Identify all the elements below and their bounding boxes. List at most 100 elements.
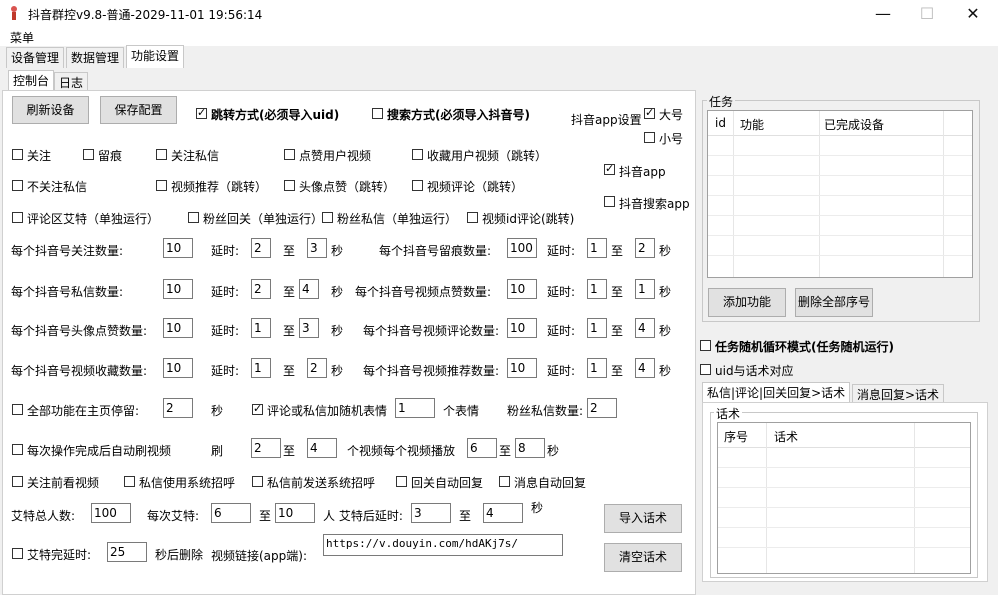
tab-device-management[interactable]: 设备管理 xyxy=(6,47,65,68)
avatar-like-delay-min-input[interactable]: 1 xyxy=(251,318,271,338)
video-like-count-input[interactable]: 10 xyxy=(507,279,537,299)
to-label: 至 xyxy=(259,509,272,523)
unfollow-message-checkbox[interactable] xyxy=(12,180,23,191)
fans-followback-checkbox[interactable] xyxy=(188,212,199,223)
comment-aite-label: 评论区艾特（单独运行） xyxy=(27,212,160,226)
random-mode-checkbox[interactable] xyxy=(700,340,711,351)
aite-each-label: 每次艾特: xyxy=(147,509,200,523)
pre-greeting-checkbox[interactable] xyxy=(252,476,263,487)
maximize-button[interactable]: ☐ xyxy=(904,0,950,28)
video-recommend-count-input[interactable]: 10 xyxy=(507,358,537,378)
avatar-like-count-input[interactable]: 10 xyxy=(163,318,193,338)
follow-delay-min-input[interactable]: 2 xyxy=(251,238,271,258)
refresh-min-input[interactable]: 2 xyxy=(251,438,281,458)
follow-checkbox[interactable] xyxy=(12,149,23,160)
tab-data-management[interactable]: 数据管理 xyxy=(66,47,125,68)
auto-refresh-checkbox[interactable] xyxy=(12,444,23,455)
video-recommend-checkbox[interactable] xyxy=(156,180,167,191)
douyin-app-checkbox[interactable] xyxy=(604,162,615,175)
jump-mode-checkbox[interactable] xyxy=(196,106,207,119)
play-min-input[interactable]: 6 xyxy=(467,438,497,458)
aite-after-min-input[interactable]: 3 xyxy=(411,503,451,523)
refresh-max-input[interactable]: 4 xyxy=(307,438,337,458)
close-button[interactable]: ✕ xyxy=(950,0,996,28)
comment-aite-checkbox[interactable] xyxy=(12,212,23,223)
followback-reply-checkbox[interactable] xyxy=(396,476,407,487)
video-like-delay-max-input[interactable]: 1 xyxy=(635,279,655,299)
random-emoji-input[interactable]: 1 xyxy=(395,398,435,418)
trace-delay-min-input[interactable]: 1 xyxy=(587,238,607,258)
small-account-checkbox[interactable] xyxy=(644,132,655,143)
tasks-table[interactable]: id 功能 已完成设备 xyxy=(707,110,973,278)
video-comment-checkbox[interactable] xyxy=(412,180,423,191)
tab-script-reply[interactable]: 消息回复>话术 xyxy=(852,384,945,403)
play-max-input[interactable]: 8 xyxy=(515,438,545,458)
add-function-button[interactable]: 添加功能 xyxy=(708,288,786,317)
trace-delay-max-input[interactable]: 2 xyxy=(635,238,655,258)
video-recommend-delay-min-input[interactable]: 1 xyxy=(587,358,607,378)
video-recommend-delay-max-input[interactable]: 4 xyxy=(635,358,655,378)
video-collect-count-input[interactable]: 10 xyxy=(163,358,193,378)
message-count-input[interactable]: 10 xyxy=(163,279,193,299)
tab-script-message[interactable]: 私信|评论|回关回复>话术 xyxy=(702,382,851,403)
random-mode-label: 任务随机循环模式(任务随机运行) xyxy=(715,340,894,354)
message-delay-min-input[interactable]: 2 xyxy=(251,279,271,299)
delete-all-button[interactable]: 删除全部序号 xyxy=(795,288,873,317)
aite-after-max-input[interactable]: 4 xyxy=(483,503,523,523)
trace-count-input[interactable]: 100 xyxy=(507,238,537,258)
to-label: 至 xyxy=(611,324,624,338)
video-id-comment-checkbox[interactable] xyxy=(467,212,478,223)
video-comment-delay-max-input[interactable]: 4 xyxy=(635,318,655,338)
message-count-label: 每个抖音号私信数量: xyxy=(11,285,124,299)
collect-user-video-label: 收藏用户视频（跳转） xyxy=(427,149,548,163)
tab-function-settings[interactable]: 功能设置 xyxy=(126,45,185,68)
aite-each-max-input[interactable]: 10 xyxy=(275,503,315,523)
uid-map-checkbox[interactable] xyxy=(700,364,711,375)
to-label: 至 xyxy=(611,285,624,299)
tab-log[interactable]: 日志 xyxy=(54,72,89,91)
video-comment-delay-min-input[interactable]: 1 xyxy=(587,318,607,338)
refresh-devices-button[interactable]: 刷新设备 xyxy=(12,96,89,124)
big-account-checkbox[interactable] xyxy=(644,106,655,119)
video-collect-delay-max-input[interactable]: 2 xyxy=(307,358,327,378)
aite-done-suffix: 秒后删除 xyxy=(155,548,204,562)
aite-done-checkbox[interactable] xyxy=(12,548,23,559)
message-reply-checkbox[interactable] xyxy=(499,476,510,487)
video-link-input[interactable]: https://v.douyin.com/hdAKj7s/ xyxy=(323,534,563,556)
message-delay-max-input[interactable]: 4 xyxy=(299,279,319,299)
system-greeting-checkbox[interactable] xyxy=(124,476,135,487)
aite-total-input[interactable]: 100 xyxy=(91,503,131,523)
homepage-stop-checkbox[interactable] xyxy=(12,404,23,415)
import-script-button[interactable]: 导入话术 xyxy=(604,504,682,533)
minimize-button[interactable]: — xyxy=(860,0,906,28)
search-mode-checkbox[interactable] xyxy=(372,108,383,119)
follow-delay-max-input[interactable]: 3 xyxy=(307,238,327,258)
video-comment-count-input[interactable]: 10 xyxy=(507,318,537,338)
random-emoji-checkbox[interactable] xyxy=(252,402,263,415)
trace-checkbox[interactable] xyxy=(83,149,94,160)
save-config-button[interactable]: 保存配置 xyxy=(100,96,177,124)
tab-console[interactable]: 控制台 xyxy=(8,70,55,91)
douyin-search-app-checkbox[interactable] xyxy=(604,196,615,207)
followback-reply-label: 回关自动回复 xyxy=(411,476,484,490)
collect-user-video-checkbox[interactable] xyxy=(412,149,423,160)
follow-count-label: 每个抖音号关注数量: xyxy=(11,244,124,258)
watch-before-follow-checkbox[interactable] xyxy=(12,476,23,487)
menu-main[interactable]: 菜单 xyxy=(10,29,34,46)
avatar-like-checkbox[interactable] xyxy=(284,180,295,191)
to-label: 至 xyxy=(611,364,624,378)
video-collect-delay-min-input[interactable]: 1 xyxy=(251,358,271,378)
follow-count-input[interactable]: 10 xyxy=(163,238,193,258)
homepage-stop-input[interactable]: 2 xyxy=(163,398,193,418)
script-table[interactable]: 序号 话术 xyxy=(717,422,971,574)
fans-message-count-input[interactable]: 2 xyxy=(587,398,617,418)
aite-done-input[interactable]: 25 xyxy=(107,542,147,562)
fans-message-checkbox[interactable] xyxy=(322,212,333,223)
aite-each-min-input[interactable]: 6 xyxy=(211,503,251,523)
follow-message-checkbox[interactable] xyxy=(156,149,167,160)
delay-label: 延时: xyxy=(211,364,240,378)
clear-script-button[interactable]: 清空话术 xyxy=(604,543,682,572)
video-like-delay-min-input[interactable]: 1 xyxy=(587,279,607,299)
avatar-like-delay-max-input[interactable]: 3 xyxy=(299,318,319,338)
like-user-video-checkbox[interactable] xyxy=(284,149,295,160)
